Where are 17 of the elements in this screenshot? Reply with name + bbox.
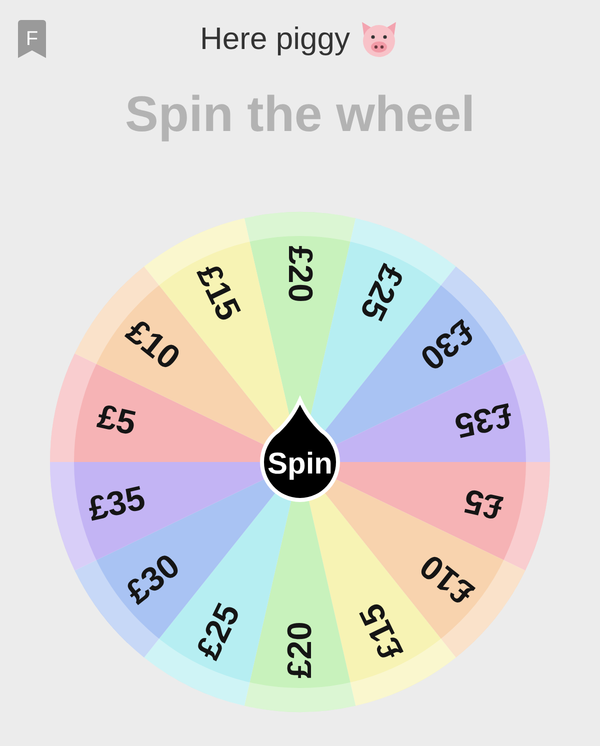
segment-label: £20 [281, 622, 319, 678]
segment-label: £25 [352, 258, 411, 326]
segment-label: £5 [460, 481, 506, 527]
segment-label: £5 [94, 397, 140, 443]
segment-label: £10 [412, 546, 481, 612]
spin-button[interactable]: Spin [260, 398, 340, 502]
page-title: Here piggy [200, 20, 350, 58]
segment-label: £10 [119, 312, 188, 378]
segment-label: £35 [84, 479, 149, 529]
segment-label: £15 [352, 598, 411, 666]
segment-label: £30 [119, 546, 188, 612]
segment-label: £15 [189, 258, 248, 326]
segment-label: £25 [189, 598, 248, 666]
segment-label: £30 [412, 312, 481, 378]
segment-label: £35 [451, 395, 516, 445]
heading: Spin the wheel [124, 89, 476, 139]
segment-label: £20 [281, 246, 319, 302]
